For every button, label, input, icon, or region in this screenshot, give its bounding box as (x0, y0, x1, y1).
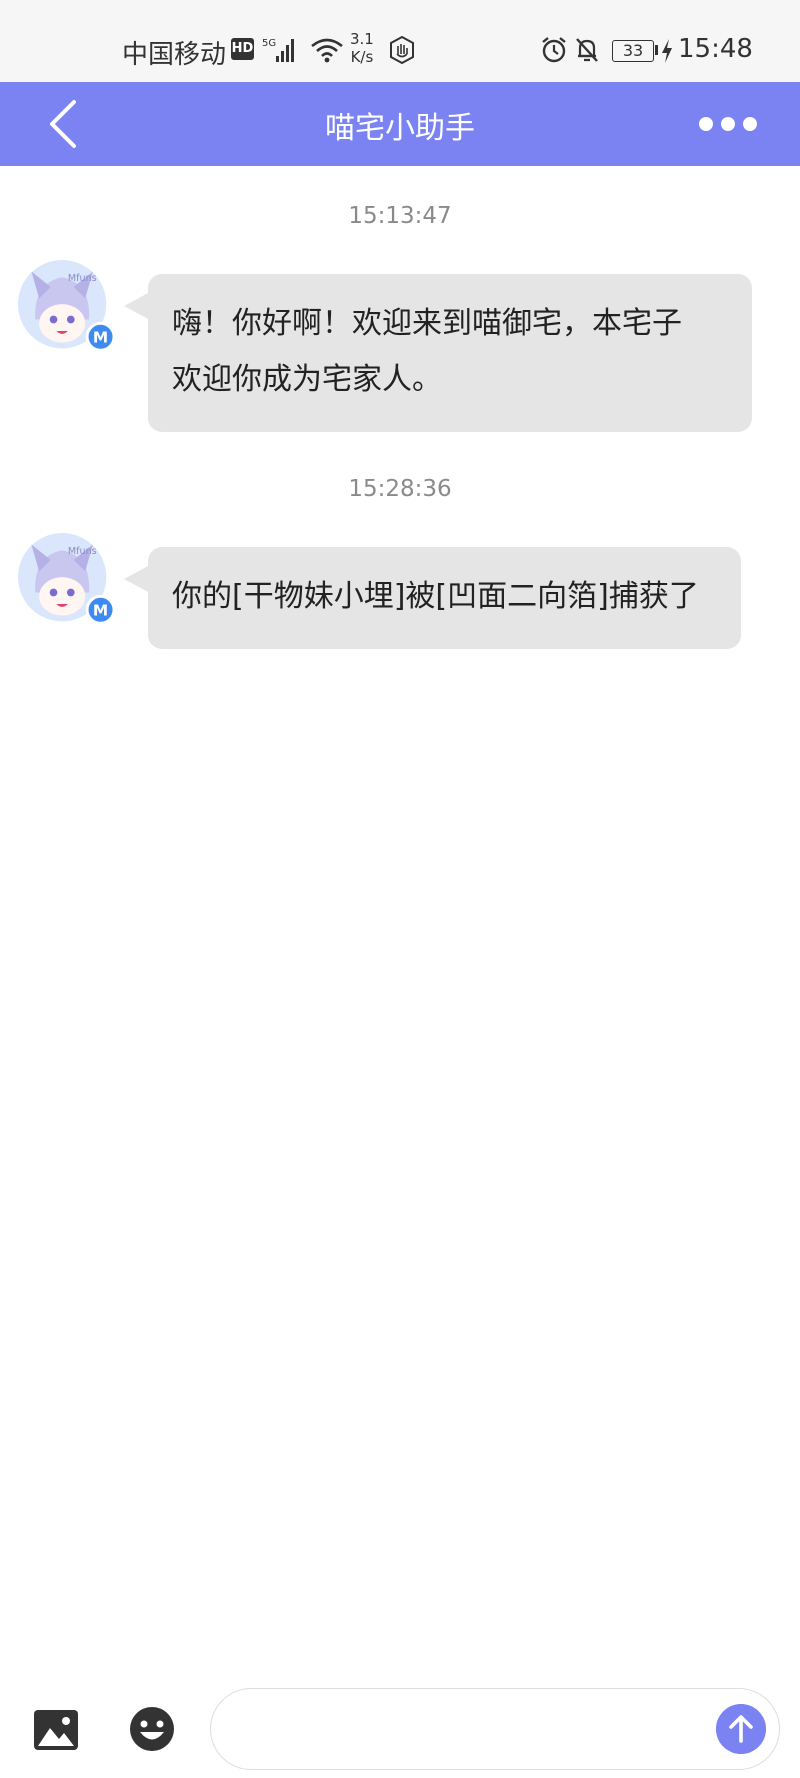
message-text: 你的[干物妹小埋]被[凹面二向箔]捕获了 (172, 579, 699, 614)
avatar-badge: M (93, 329, 108, 347)
emoji-icon[interactable] (128, 1705, 176, 1753)
bubble-tail (124, 565, 150, 593)
message-text: 欢迎你成为宅家人。 (172, 362, 442, 397)
battery-level: 33 (612, 40, 654, 62)
message-timestamp: 15:28:36 (348, 476, 452, 502)
message-bubble[interactable]: 嗨！你好啊！欢迎来到喵御宅，本宅子 欢迎你成为宅家人。 (148, 274, 752, 432)
speed-unit: K/s (350, 48, 374, 66)
image-icon[interactable] (32, 1706, 80, 1754)
message-timestamp: 15:13:47 (348, 203, 452, 229)
avatar-logo-text: Mfuns (68, 546, 97, 557)
page-title: 喵宅小助手 (325, 111, 475, 146)
network-speed: 3.1 K/s (350, 30, 374, 66)
network-type-label: 5G (262, 38, 276, 49)
carrier-name: 中国移动 (122, 40, 227, 70)
hand-icon (390, 36, 414, 64)
status-bar: 中国移动 HD 5G 3.1 K/s 33 15:48 (0, 0, 800, 82)
hd-badge: HD (231, 38, 254, 60)
bubble-tail (124, 292, 150, 320)
avatar-badge: M (93, 602, 108, 620)
battery-cap (655, 45, 658, 55)
message-text: 嗨！你好啊！欢迎来到喵御宅，本宅子 (172, 306, 682, 341)
chat-header: 喵宅小助手 (0, 82, 800, 166)
message-input[interactable] (210, 1688, 780, 1770)
signal-icon: 5G (262, 38, 294, 62)
send-arrow-icon[interactable] (716, 1704, 766, 1754)
wifi-icon (311, 38, 343, 63)
more-dots-icon[interactable] (690, 104, 770, 144)
mute-bell-icon (576, 38, 598, 62)
bot-avatar[interactable]: Mfuns M (18, 260, 114, 356)
speed-value: 3.1 (350, 30, 374, 48)
bot-avatar[interactable]: Mfuns M (18, 533, 114, 629)
charging-bolt-icon (662, 39, 672, 63)
avatar-logo-text: Mfuns (68, 273, 97, 284)
alarm-icon (542, 37, 566, 63)
composer-bar (0, 1680, 800, 1778)
clock-time: 15:48 (678, 34, 753, 64)
message-bubble[interactable]: 你的[干物妹小埋]被[凹面二向箔]捕获了 (148, 547, 741, 649)
